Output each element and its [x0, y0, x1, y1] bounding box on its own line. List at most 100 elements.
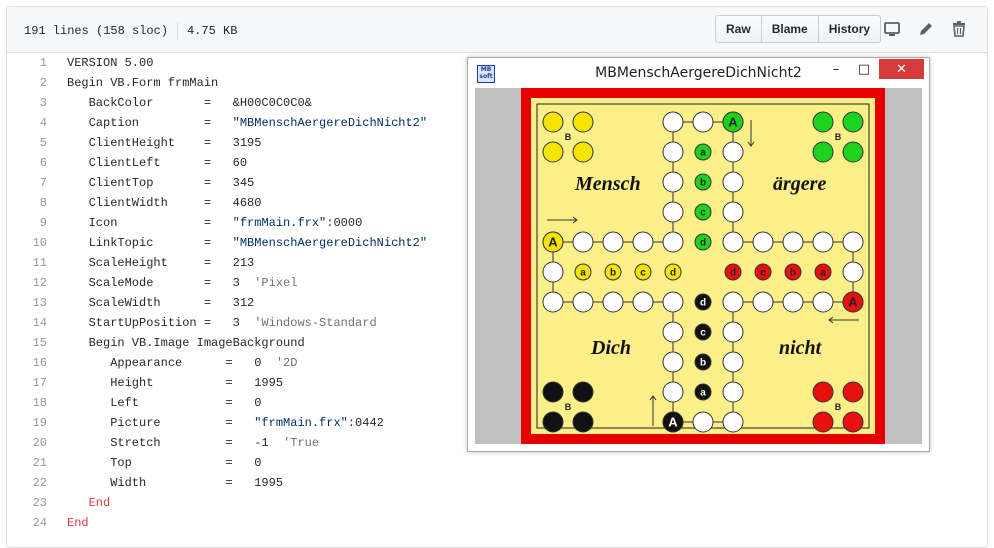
line-number[interactable]: 19	[7, 413, 47, 433]
line-number[interactable]: 13	[7, 293, 47, 313]
file-header: 191 lines (158 sloc) 4.75 KB Raw Blame Hi…	[7, 7, 987, 53]
home-field	[572, 141, 594, 163]
track-field	[752, 291, 774, 313]
word-nicht: nicht	[779, 337, 823, 359]
line-number[interactable]: 2	[7, 73, 47, 93]
line-number[interactable]: 16	[7, 353, 47, 373]
line-content: LinkTopic = "MBMenschAergereDichNicht2"	[67, 236, 428, 250]
track-field	[602, 291, 624, 313]
track-field	[602, 231, 624, 253]
home-label: B	[835, 132, 842, 142]
raw-button[interactable]: Raw	[715, 15, 762, 43]
goal-label: c	[760, 268, 766, 279]
file-actions: Raw Blame History	[715, 15, 882, 43]
line-number[interactable]: 12	[7, 273, 47, 293]
home-field	[812, 381, 834, 403]
line-content: ScaleHeight = 213	[67, 256, 255, 270]
goal-label: b	[700, 178, 706, 189]
maximize-button[interactable]: □	[852, 60, 876, 80]
line-number[interactable]: 1	[7, 53, 47, 73]
game-board[interactable]: B B B Ba b c d a b c d a b c d a b c d A A A A Mensch ärgere Dich…	[521, 88, 885, 444]
minimize-button[interactable]: –	[824, 60, 848, 80]
home-label: B	[835, 402, 842, 412]
goal-label: b	[700, 358, 706, 369]
line-number[interactable]: 18	[7, 393, 47, 413]
home-label: B	[565, 132, 572, 142]
word-mensch: Mensch	[574, 173, 641, 195]
line-number[interactable]: 9	[7, 213, 47, 233]
line-number[interactable]: 5	[7, 133, 47, 153]
line-content: VERSION 5.00	[67, 56, 154, 70]
track-field	[542, 291, 564, 313]
line-content: Height = 1995	[67, 376, 284, 390]
line-number[interactable]: 22	[7, 473, 47, 493]
line-number[interactable]: 15	[7, 333, 47, 353]
line-number[interactable]: 8	[7, 193, 47, 213]
track-field	[722, 381, 744, 403]
track-field	[662, 291, 684, 313]
start-label: A	[728, 115, 738, 130]
line-content: Top = 0	[67, 456, 262, 470]
line-number[interactable]: 4	[7, 113, 47, 133]
track-field	[722, 321, 744, 343]
goal-label: a	[820, 268, 826, 279]
goal-label: d	[700, 298, 706, 309]
line-number[interactable]: 20	[7, 433, 47, 453]
track-field	[662, 231, 684, 253]
home-field	[572, 411, 594, 433]
desktop-icon[interactable]	[882, 19, 902, 39]
goal-label: b	[610, 268, 616, 279]
line-content: ClientHeight = 3195	[67, 136, 262, 150]
line-content: Width = 1995	[67, 476, 284, 490]
line-number[interactable]: 23	[7, 493, 47, 513]
line-number[interactable]: 3	[7, 93, 47, 113]
track-field	[632, 291, 654, 313]
track-field	[722, 171, 744, 193]
goal-label: a	[700, 388, 706, 399]
line-number[interactable]: 7	[7, 173, 47, 193]
goal-label: c	[700, 208, 706, 219]
track-field	[572, 231, 594, 253]
track-field	[842, 231, 864, 253]
track-field	[662, 171, 684, 193]
home-field	[572, 111, 594, 133]
home-field	[842, 381, 864, 403]
line-content: Appearance = 0 '2D	[67, 356, 298, 370]
line-number[interactable]: 24	[7, 513, 47, 533]
track-field	[662, 111, 684, 133]
line-content: ClientTop = 345	[67, 176, 255, 190]
track-field	[662, 351, 684, 373]
title-bar[interactable]: MB soft MBMenschAergereDichNicht2 – □ ✕	[468, 58, 929, 88]
line-number[interactable]: 21	[7, 453, 47, 473]
line-content: Icon = "frmMain.frx":0000	[67, 216, 363, 230]
line-number[interactable]: 14	[7, 313, 47, 333]
code-line: 24 End	[7, 513, 987, 533]
track-field	[722, 141, 744, 163]
track-field	[542, 261, 564, 283]
goal-label: d	[730, 268, 736, 279]
line-content: ClientWidth = 4680	[67, 196, 262, 210]
goal-label: c	[700, 328, 706, 339]
history-button[interactable]: History	[817, 15, 882, 43]
line-content: Picture = "frmMain.frx":0442	[67, 416, 384, 430]
line-number[interactable]: 17	[7, 373, 47, 393]
home-field	[842, 411, 864, 433]
app-window: MB soft MBMenschAergereDichNicht2 – □ ✕ B…	[467, 57, 930, 452]
line-number[interactable]: 10	[7, 233, 47, 253]
home-field	[542, 411, 564, 433]
line-content: StartUpPosition = 3 'Windows-Standard	[67, 316, 377, 330]
word-dich: Dich	[590, 337, 631, 359]
line-content: Begin VB.Form frmMain	[67, 76, 219, 90]
close-button[interactable]: ✕	[879, 59, 924, 79]
line-content: Caption = "MBMenschAergereDichNicht2"	[67, 116, 428, 130]
line-number[interactable]: 6	[7, 153, 47, 173]
line-number[interactable]: 11	[7, 253, 47, 273]
goal-label: d	[700, 238, 706, 249]
pencil-icon[interactable]	[916, 19, 936, 39]
blame-button[interactable]: Blame	[760, 15, 819, 43]
goal-label: c	[640, 268, 646, 279]
home-field	[812, 111, 834, 133]
trash-icon[interactable]	[949, 19, 969, 39]
line-content: End	[67, 496, 111, 510]
track-field	[662, 321, 684, 343]
